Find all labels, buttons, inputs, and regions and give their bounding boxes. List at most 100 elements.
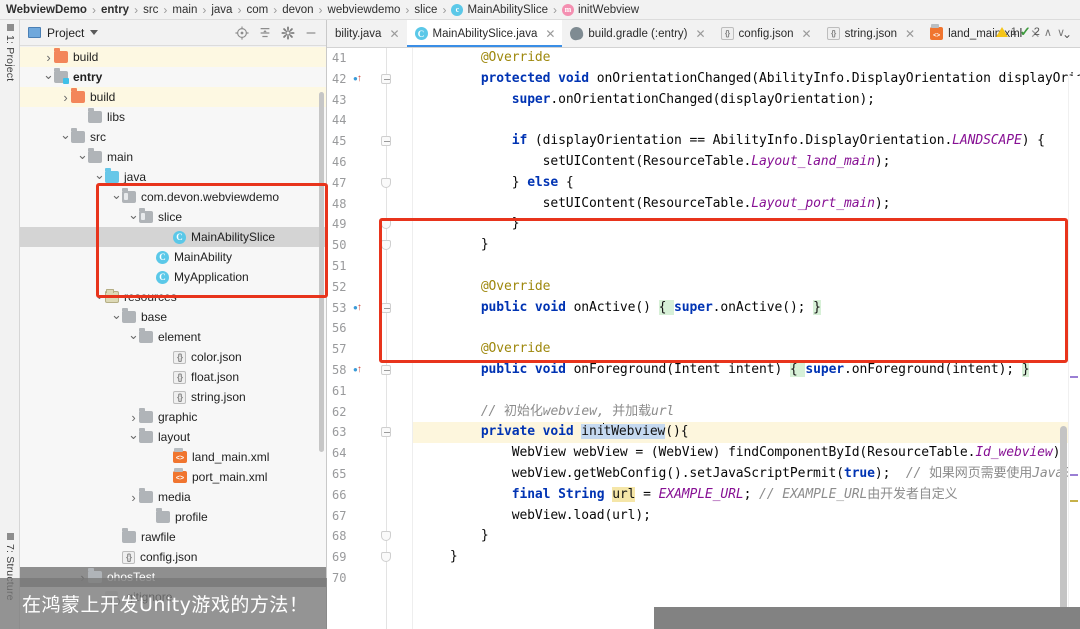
- code-content[interactable]: @Override protected void onOrientationCh…: [413, 48, 1080, 629]
- editor-tab-config-json[interactable]: {} config.json ✕: [713, 20, 819, 47]
- tree-row-profile[interactable]: profile: [20, 507, 326, 527]
- editor-vertical-scrollbar[interactable]: [1060, 426, 1067, 616]
- chevron-down-icon[interactable]: [128, 214, 139, 220]
- tree-row-build[interactable]: build: [20, 87, 326, 107]
- class-icon: C: [414, 27, 428, 40]
- project-tree[interactable]: build entry build libssrcmain java com.devon.…: [20, 47, 326, 629]
- code-token: .onForeground(intent);: [844, 361, 1022, 377]
- editor-tab-label: MainAbilitySlice.java: [432, 27, 538, 40]
- tree-row-land-main-xml[interactable]: <> land_main.xml: [20, 447, 326, 467]
- tree-row-build[interactable]: build: [20, 47, 326, 67]
- editor-gutter[interactable]: 41 42 43 44 45 46 47 48 49 50 51 52 53 56 57 58 61 62 63 64…: [327, 48, 413, 629]
- breadcrumb-item-devon[interactable]: devon: [282, 4, 313, 16]
- fold-collapse-icon[interactable]: [381, 73, 391, 84]
- tree-row-media[interactable]: media: [20, 487, 326, 507]
- tree-row-com-devon-webviewdemo[interactable]: com.devon.webviewdemo: [20, 187, 326, 207]
- editor-tab-bility-java[interactable]: bility.java ✕: [327, 20, 407, 47]
- code-editor[interactable]: 41 42 43 44 45 46 47 48 49 50 51 52 53 56 57 58 61 62 63 64…: [327, 48, 1080, 629]
- line-number: 46: [332, 155, 347, 169]
- tree-row-resources[interactable]: resources: [20, 287, 326, 307]
- tree-row-slice[interactable]: slice: [20, 207, 326, 227]
- tree-row-java[interactable]: java: [20, 167, 326, 187]
- chevron-down-icon[interactable]: [128, 434, 139, 440]
- tree-row-color-json[interactable]: {} color.json: [20, 347, 326, 367]
- breadcrumb-label: initWebview: [577, 3, 640, 16]
- close-tab-icon[interactable]: ✕: [545, 27, 555, 41]
- tree-row-myapplication[interactable]: C MyApplication: [20, 267, 326, 287]
- code-token: Layout_port_main: [751, 195, 875, 211]
- next-problem-icon[interactable]: ∨: [1056, 26, 1066, 39]
- tree-row-base[interactable]: base: [20, 307, 326, 327]
- collapse-all-icon[interactable]: [258, 26, 272, 40]
- chevron-right-icon[interactable]: [43, 50, 54, 65]
- close-tab-icon[interactable]: ✕: [389, 27, 399, 41]
- fold-collapse-icon[interactable]: [381, 136, 391, 147]
- project-tree-scrollbar[interactable]: [319, 92, 324, 452]
- chevron-down-icon[interactable]: [77, 154, 88, 160]
- override-method-icon[interactable]: [353, 298, 362, 319]
- tree-row-config-json[interactable]: {} config.json: [20, 547, 326, 567]
- editor-tab-mainabilityslice-java[interactable]: C MainAbilitySlice.java ✕: [406, 20, 563, 47]
- close-tab-icon[interactable]: ✕: [802, 27, 812, 41]
- tree-row-graphic[interactable]: graphic: [20, 407, 326, 427]
- tree-row-rawfile[interactable]: rawfile: [20, 527, 326, 547]
- chevron-right-icon[interactable]: [128, 410, 139, 425]
- locate-icon[interactable]: [235, 25, 249, 40]
- close-tab-icon[interactable]: ✕: [695, 27, 705, 41]
- prev-problem-icon[interactable]: ∧: [1043, 26, 1053, 39]
- chevron-down-icon[interactable]: [94, 294, 105, 300]
- fold-collapse-icon[interactable]: [381, 302, 391, 313]
- chevron-down-icon[interactable]: [94, 174, 105, 180]
- chevron-down-icon[interactable]: [43, 74, 54, 80]
- breadcrumb-item-webviewdemo[interactable]: WebviewDemo: [6, 4, 87, 16]
- chevron-down-icon[interactable]: [128, 334, 139, 340]
- editor-tab-build-gradle-entry-[interactable]: build.gradle (:entry) ✕: [562, 20, 712, 47]
- tree-row-main[interactable]: main: [20, 147, 326, 167]
- tool-tab-project[interactable]: 1: Project: [0, 24, 20, 114]
- override-method-icon[interactable]: [353, 69, 362, 90]
- chevron-right-icon[interactable]: [128, 490, 139, 505]
- tree-row-layout[interactable]: layout: [20, 427, 326, 447]
- chevron-right-icon[interactable]: [60, 90, 71, 105]
- breadcrumb-item-initwebview[interactable]: m initWebview: [561, 3, 640, 16]
- editor-tab-string-json[interactable]: {} string.json ✕: [819, 20, 922, 47]
- inspection-widget[interactable]: 1 ✓ 2 ∧ ∨: [995, 24, 1066, 40]
- breadcrumb-item-src[interactable]: src: [143, 4, 158, 16]
- override-method-icon[interactable]: [353, 360, 362, 381]
- breadcrumb-separator: ›: [273, 2, 278, 17]
- code-line-63: private void initWebview(){: [413, 422, 1080, 444]
- breadcrumb-item-slice[interactable]: slice: [414, 4, 437, 16]
- tree-row-src[interactable]: src: [20, 127, 326, 147]
- tree-row-port-main-xml[interactable]: <> port_main.xml: [20, 467, 326, 487]
- chevron-down-icon[interactable]: [111, 194, 122, 200]
- tree-item-label: entry: [73, 70, 103, 84]
- close-tab-icon[interactable]: ✕: [905, 27, 915, 41]
- tree-row-mainabilityslice[interactable]: C MainAbilitySlice: [20, 227, 326, 247]
- breadcrumb-item-mainabilityslice[interactable]: c MainAbilitySlice: [451, 3, 548, 16]
- fold-collapse-icon[interactable]: [381, 365, 391, 375]
- breadcrumb-item-com[interactable]: com: [246, 4, 268, 16]
- breadcrumb-item-webviewdemo[interactable]: webviewdemo: [328, 4, 401, 16]
- chevron-down-icon[interactable]: [60, 134, 71, 140]
- stripe-mark-1: [1070, 376, 1078, 378]
- breadcrumb-item-java[interactable]: java: [211, 4, 232, 16]
- chevron-down-icon[interactable]: [90, 30, 99, 35]
- fold-collapse-icon[interactable]: [381, 427, 391, 438]
- code-line-49: }: [413, 214, 1080, 235]
- tree-row-element[interactable]: element: [20, 327, 326, 347]
- chevron-down-icon[interactable]: [111, 314, 122, 320]
- tree-row-libs[interactable]: libs: [20, 107, 326, 127]
- hide-panel-icon[interactable]: [304, 26, 318, 40]
- breadcrumb-item-main[interactable]: main: [172, 4, 197, 16]
- fold-end-icon[interactable]: [381, 177, 391, 188]
- gear-icon[interactable]: [281, 25, 295, 40]
- code-token: .onActive();: [712, 299, 814, 315]
- tree-row-entry[interactable]: entry: [20, 67, 326, 87]
- error-stripe[interactable]: [1068, 76, 1080, 629]
- breadcrumb-item-entry[interactable]: entry: [101, 4, 129, 16]
- folder-icon: [139, 428, 153, 443]
- tree-row-string-json[interactable]: {} string.json: [20, 387, 326, 407]
- java-class-icon: C: [156, 270, 169, 284]
- tree-row-float-json[interactable]: {} float.json: [20, 367, 326, 387]
- tree-row-mainability[interactable]: C MainAbility: [20, 247, 326, 267]
